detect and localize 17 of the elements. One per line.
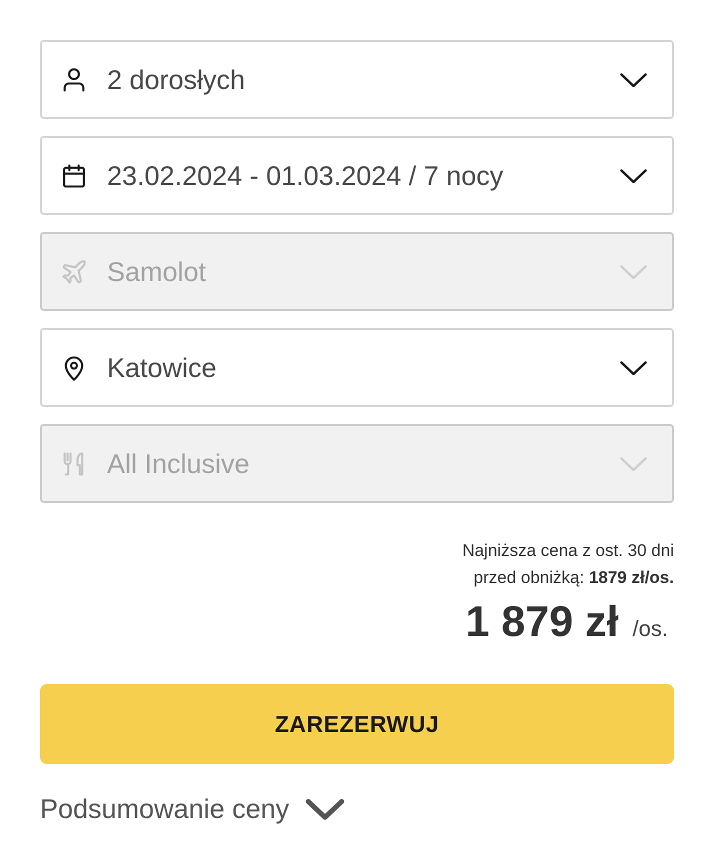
book-button[interactable]: ZAREZERWUJ [40, 684, 674, 764]
chevron-down-icon [619, 456, 648, 472]
chevron-down-icon [619, 264, 648, 280]
chevron-down-icon [305, 798, 346, 820]
calendar-icon [60, 162, 88, 190]
dropdown-field[interactable]: Katowice [40, 328, 674, 407]
lowest-price-note: Najniższa cena z ost. 30 dni [462, 540, 674, 562]
chevron-down-icon [619, 168, 648, 184]
price-amount: 1 879 zł [466, 597, 619, 647]
dropdown-field[interactable]: 23.02.2024 - 01.03.2024 / 7 nocy [40, 136, 674, 215]
dropdown-field[interactable]: 2 dorosłych [40, 40, 674, 119]
lowest-price-note: przed obniżką: 1879 zł/os. [474, 567, 674, 589]
price-summary-toggle[interactable]: Podsumowanie ceny [40, 792, 346, 826]
chevron-down-icon [619, 360, 648, 376]
price-unit: /os. [632, 615, 668, 643]
chevron-down-icon [619, 72, 648, 88]
airplane-icon [60, 258, 88, 286]
